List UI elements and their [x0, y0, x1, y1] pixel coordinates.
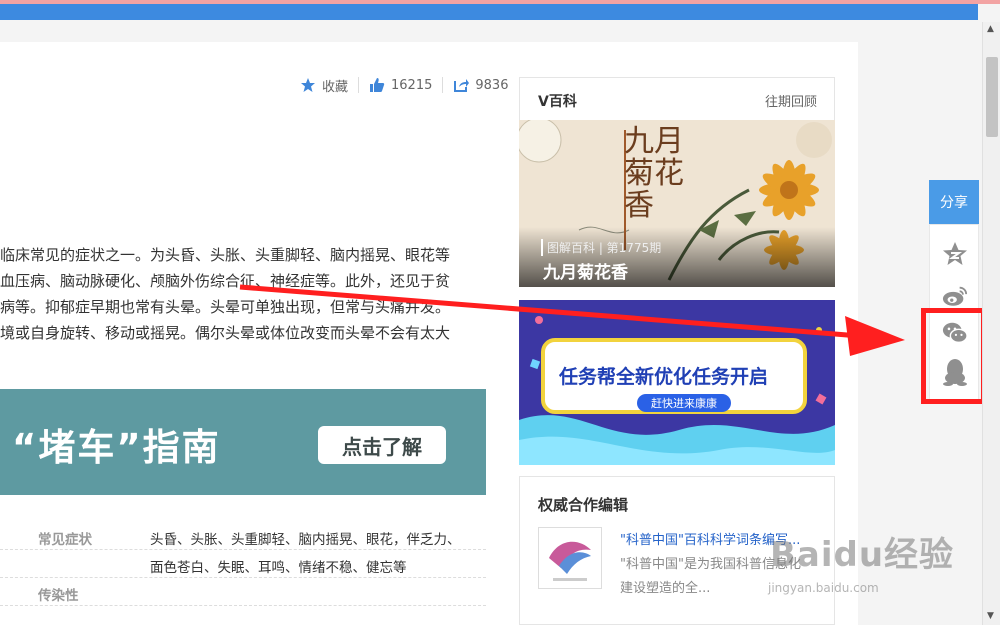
thumbs-up-icon — [370, 78, 385, 92]
info-label: 传染性 — [38, 588, 79, 604]
info-row: 常见症状 头昏、头胀、头重脚轻、脑内摇晃、眼花，伴乏力、 — [0, 522, 486, 550]
like-count: 16215 — [391, 77, 433, 93]
past-issues-link[interactable]: 往期回顾 — [765, 91, 817, 110]
vbaike-header: V百科 往期回顾 — [519, 77, 835, 120]
qzone-icon[interactable] — [942, 241, 968, 267]
editor-section-title: 权威合作编辑 — [538, 496, 629, 514]
info-row: 面色苍白、失眠、耳鸣、情绪不稳、健忘等 — [0, 550, 486, 578]
task-promo-card[interactable]: 任务帮全新优化任务开启 赶快进来康康 — [519, 300, 835, 465]
share-label: 分享 — [929, 180, 979, 224]
share-count: 9836 — [475, 77, 509, 93]
task-bubble: 任务帮全新优化任务开启 赶快进来康康 — [541, 338, 807, 414]
favorite-button[interactable]: 收藏 — [300, 76, 348, 95]
editor-description: 建设塑造的全... — [620, 581, 711, 596]
highlight-box — [921, 308, 986, 404]
baidu-watermark: Baidu经验 jingyan.baidu.com — [760, 515, 960, 605]
share-count-button[interactable]: 9836 — [453, 77, 508, 93]
feature-card[interactable]: 九月菊花香 图解百科 | 第1775期 九月菊花香 — [519, 120, 835, 287]
info-value: 面色苍白、失眠、耳鸣、情绪不稳、健忘等 — [150, 560, 407, 576]
feature-calligraphy: 九月菊花香 — [624, 124, 684, 223]
scroll-up-arrow-icon[interactable]: ▲ — [987, 24, 994, 34]
share-arrow-icon — [454, 79, 470, 92]
header-bar — [0, 4, 978, 20]
task-title: 任务帮全新优化任务开启 — [559, 366, 769, 388]
weibo-icon[interactable] — [942, 283, 968, 309]
star-icon — [301, 78, 315, 92]
learn-more-button[interactable]: 点击了解 — [318, 426, 446, 464]
article-paragraph: 临床常见的症状之一。为头昏、头胀、头重脚轻、脑内摇晃、眼花等 血压病、脑动脉硬化… — [0, 246, 451, 342]
divider — [358, 77, 360, 93]
vbaike-title: V百科 — [538, 94, 577, 110]
scroll-down-arrow-icon[interactable]: ▼ — [987, 611, 994, 621]
divider — [442, 77, 444, 93]
info-label: 常见症状 — [38, 532, 92, 548]
info-row: 传染性 — [0, 578, 486, 606]
info-value: 头昏、头胀、头重脚轻、脑内摇晃、眼花，伴乏力、 — [150, 532, 461, 548]
watermark-text: Baidu经验 — [770, 535, 955, 575]
kepu-logo-icon — [549, 541, 591, 581]
info-table: 常见症状 头昏、头胀、头重脚轻、脑内摇晃、眼花，伴乏力、 面色苍白、失眠、耳鸣、… — [0, 522, 486, 606]
feature-tag: 图解百科 | 第1775期 — [541, 239, 661, 256]
favorite-label: 收藏 — [322, 79, 349, 95]
task-subtitle: 赶快进来康康 — [637, 394, 731, 412]
feature-title: 九月菊花香 — [543, 263, 628, 283]
article-stats: 收藏 16215 9836 — [300, 76, 518, 95]
scrollbar[interactable]: ▲ ▼ — [982, 22, 1000, 625]
like-button[interactable]: 16215 — [369, 77, 432, 93]
banner-title: “堵车”指南 — [12, 426, 221, 469]
scroll-thumb[interactable] — [986, 57, 998, 137]
kepu-logo[interactable] — [538, 527, 602, 589]
watermark-url: jingyan.baidu.com — [768, 581, 879, 595]
